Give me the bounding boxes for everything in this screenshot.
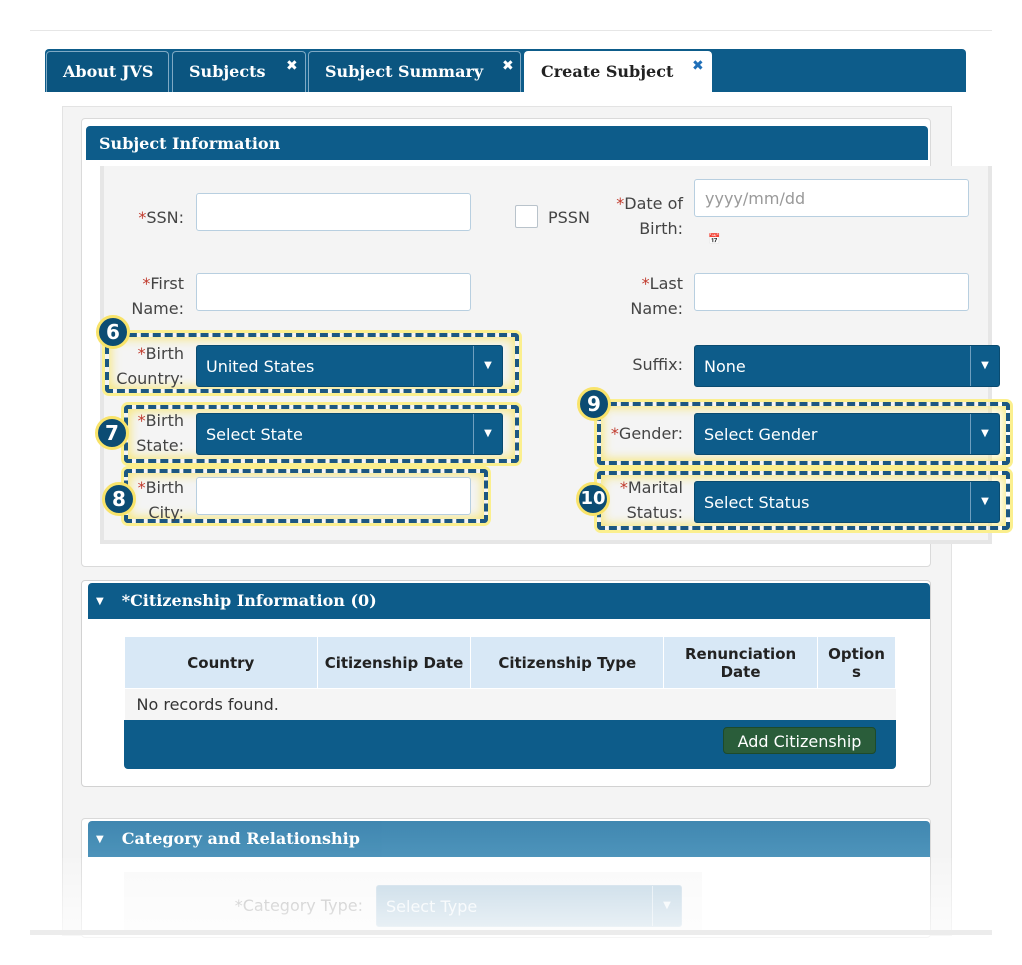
pssn-checkbox[interactable] — [515, 205, 538, 228]
last-name-label: *Last — [641, 274, 683, 293]
birth-state-label: *Birth — [137, 411, 184, 430]
tab-label: About JVS — [63, 62, 154, 81]
callout-badge-9: 9 — [577, 387, 611, 421]
citizenship-table: Country Citizenship Date Citizenship Typ… — [124, 636, 896, 721]
marital-status-select[interactable]: Select Status ▼ — [694, 481, 1000, 523]
tab-label: Subjects — [189, 62, 266, 81]
callout-badge-6: 6 — [96, 315, 130, 349]
chevron-down-icon: ▼ — [652, 886, 681, 926]
dob-placeholder: yyyy/mm/dd — [705, 189, 806, 208]
citizenship-header[interactable]: ▼ *Citizenship Information (0) — [88, 583, 930, 619]
category-relationship-header[interactable]: ▼ Category and Relationship — [88, 821, 930, 857]
column-header-country[interactable]: Country — [124, 636, 318, 689]
close-icon[interactable]: ✖ — [692, 46, 704, 86]
empty-message: No records found. — [124, 688, 896, 721]
panel-title: Category and Relationship — [121, 829, 360, 848]
select-value: United States — [206, 357, 315, 376]
marital-status-label-2: Status: — [626, 503, 683, 522]
birth-city-field[interactable] — [196, 477, 471, 515]
tab-about-jvs[interactable]: About JVS — [46, 51, 169, 92]
dob-field[interactable]: yyyy/mm/dd — [694, 179, 969, 217]
last-name-field[interactable] — [694, 273, 969, 311]
chevron-down-icon: ▼ — [970, 346, 999, 386]
select-value: Select Type — [386, 897, 478, 916]
subject-information-header: Subject Information — [86, 126, 928, 160]
callout-badge-10: 10 — [576, 482, 610, 516]
close-icon[interactable]: ✖ — [502, 46, 514, 86]
add-citizenship-button[interactable]: Add Citizenship — [723, 727, 876, 754]
gender-label: *Gender: — [610, 424, 683, 443]
pssn-label: PSSN — [548, 208, 590, 227]
select-value: Select State — [206, 425, 303, 444]
select-value: Select Status — [704, 493, 810, 512]
tab-label: Subject Summary — [325, 62, 484, 81]
collapse-icon[interactable]: ▼ — [96, 834, 104, 845]
tab-subjects[interactable]: Subjects ✖ — [172, 51, 306, 92]
tab-label: Create Subject — [541, 62, 674, 81]
tab-bar: About JVS Subjects ✖ Subject Summary ✖ C… — [45, 49, 966, 92]
tab-create-subject[interactable]: Create Subject ✖ — [524, 51, 712, 92]
birth-state-select[interactable]: Select State ▼ — [196, 413, 503, 455]
birth-country-select[interactable]: United States ▼ — [196, 345, 503, 387]
calendar-icon[interactable]: 📅 — [708, 234, 720, 245]
callout-badge-8: 8 — [102, 482, 136, 516]
tab-subject-summary[interactable]: Subject Summary ✖ — [308, 51, 521, 92]
column-header-citizenship-date[interactable]: Citizenship Date — [316, 636, 472, 689]
first-name-label: *First — [142, 274, 184, 293]
panel-title: *Citizenship Information (0) — [121, 591, 377, 610]
select-value: Select Gender — [704, 425, 818, 444]
last-name-label-2: Name: — [630, 299, 683, 318]
table-row: No records found. — [124, 688, 896, 721]
birth-country-label-2: Country: — [116, 369, 184, 388]
first-name-field[interactable] — [196, 273, 471, 311]
gender-select[interactable]: Select Gender ▼ — [694, 413, 1000, 455]
suffix-select[interactable]: None ▼ — [694, 345, 1000, 387]
chevron-down-icon: ▼ — [970, 482, 999, 522]
dob-label: *Date of — [616, 194, 683, 213]
close-icon[interactable]: ✖ — [286, 46, 298, 86]
column-header-renunciation-date[interactable]: Renunciation Date — [663, 636, 819, 689]
category-type-label: *Category Type: — [234, 896, 363, 915]
suffix-label: Suffix: — [632, 355, 683, 374]
chevron-down-icon: ▼ — [473, 414, 502, 454]
ssn-label: *SSN: — [138, 208, 184, 227]
chevron-down-icon: ▼ — [473, 346, 502, 386]
chevron-down-icon: ▼ — [970, 414, 999, 454]
birth-state-label-2: State: — [136, 436, 184, 455]
bottom-divider — [30, 930, 992, 935]
callout-badge-7: 7 — [95, 416, 129, 450]
column-header-citizenship-type[interactable]: Citizenship Type — [470, 636, 665, 689]
select-value: None — [704, 357, 746, 376]
column-header-options: Option s — [817, 636, 896, 689]
top-divider — [30, 30, 992, 31]
marital-status-label: *Marital — [619, 478, 683, 497]
ssn-field[interactable] — [196, 193, 471, 231]
panel-title: Subject Information — [99, 134, 281, 153]
collapse-icon[interactable]: ▼ — [96, 596, 104, 607]
category-type-select[interactable]: Select Type ▼ — [376, 885, 682, 927]
dob-label-2: Birth: — [639, 219, 683, 238]
